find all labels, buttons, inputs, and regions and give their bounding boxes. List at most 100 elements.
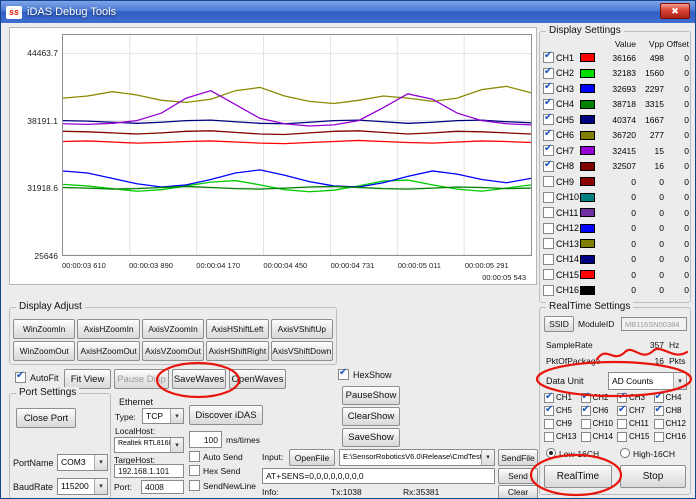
dropdown-arrow-icon[interactable]: ▾ xyxy=(673,373,686,389)
portname-combo[interactable]: COM3 ▾ xyxy=(57,454,108,471)
moduleid-field[interactable] xyxy=(621,317,687,331)
channel-color-swatch[interactable] xyxy=(580,286,595,295)
rt-channel-checkbox[interactable] xyxy=(617,432,627,442)
close-port-button[interactable]: Close Port xyxy=(16,408,76,428)
data-unit-combo[interactable]: AD Counts ▾ xyxy=(608,372,687,390)
ssid-button[interactable]: SSID xyxy=(544,316,574,332)
fit-view-button[interactable]: Fit View xyxy=(64,369,111,389)
send-button[interactable]: Send xyxy=(498,468,538,484)
auto-send-checkbox[interactable] xyxy=(189,451,200,462)
rt-channel-ch16[interactable]: CH16 xyxy=(654,431,691,442)
rt-channel-ch2[interactable]: CH2 xyxy=(581,392,618,403)
rt-channel-checkbox[interactable] xyxy=(581,393,591,403)
rt-channel-ch1[interactable]: CH1 xyxy=(544,392,581,403)
rt-channel-ch15[interactable]: CH15 xyxy=(617,431,654,442)
channel-checkbox-ch16[interactable] xyxy=(543,285,554,296)
channel-checkbox-ch4[interactable] xyxy=(543,99,554,110)
rt-channel-checkbox[interactable] xyxy=(654,419,664,429)
discover-idas-button[interactable]: Discover iDAS xyxy=(189,405,263,425)
command-field[interactable] xyxy=(262,468,495,484)
adjust-button-winzoomin[interactable]: WinZoomIn xyxy=(13,319,75,339)
baudrate-combo[interactable]: 115200 ▾ xyxy=(57,478,108,495)
pause-show-button[interactable]: PauseShow xyxy=(342,386,400,405)
channel-color-swatch[interactable] xyxy=(580,115,595,124)
channel-checkbox-ch9[interactable] xyxy=(543,176,554,187)
rt-channel-checkbox[interactable] xyxy=(654,432,664,442)
rt-channel-checkbox[interactable] xyxy=(654,406,664,416)
channel-checkbox-ch11[interactable] xyxy=(543,207,554,218)
rt-channel-ch14[interactable]: CH14 xyxy=(581,431,618,442)
adjust-button-winzoomout[interactable]: WinZoomOut xyxy=(13,341,75,361)
rt-channel-checkbox[interactable] xyxy=(544,406,554,416)
rt-channel-ch6[interactable]: CH6 xyxy=(581,405,618,416)
autofit-checkbox[interactable] xyxy=(15,372,26,383)
channel-color-swatch[interactable] xyxy=(580,193,595,202)
send-newline-checkbox[interactable] xyxy=(189,480,200,491)
channel-color-swatch[interactable] xyxy=(580,69,595,78)
channel-color-swatch[interactable] xyxy=(580,53,595,62)
rt-channel-checkbox[interactable] xyxy=(581,406,591,416)
channel-color-swatch[interactable] xyxy=(580,224,595,233)
rt-channel-ch4[interactable]: CH4 xyxy=(654,392,691,403)
close-button[interactable]: ✖ xyxy=(660,3,690,19)
low-16ch-radio[interactable] xyxy=(546,448,556,458)
adjust-button-axishzoomout[interactable]: AxisHZoomOut xyxy=(77,341,139,361)
channel-color-swatch[interactable] xyxy=(580,208,595,217)
dropdown-arrow-icon[interactable]: ▾ xyxy=(170,409,183,423)
interval-field[interactable] xyxy=(189,431,222,448)
rt-channel-ch7[interactable]: CH7 xyxy=(617,405,654,416)
rt-channel-checkbox[interactable] xyxy=(581,419,591,429)
channel-color-swatch[interactable] xyxy=(580,239,595,248)
rt-channel-ch13[interactable]: CH13 xyxy=(544,431,581,442)
adjust-button-axishshiftleft[interactable]: AxisHShiftLeft xyxy=(206,319,268,339)
channel-color-swatch[interactable] xyxy=(580,100,595,109)
open-file-button[interactable]: OpenFile xyxy=(289,449,335,466)
adjust-button-axishshiftright[interactable]: AxisHShiftRight xyxy=(206,341,268,361)
clear-button[interactable]: Clear xyxy=(498,485,538,499)
rt-channel-checkbox[interactable] xyxy=(654,393,664,403)
rt-channel-checkbox[interactable] xyxy=(581,432,591,442)
file-path-combo[interactable]: E:\SensorRoboticsV6.0\Release\CmdTest.tx… xyxy=(339,449,495,466)
dropdown-arrow-icon[interactable]: ▾ xyxy=(481,450,494,465)
channel-checkbox-ch5[interactable] xyxy=(543,114,554,125)
pause-disp-button[interactable]: Pause Disp xyxy=(114,369,169,389)
rt-channel-checkbox[interactable] xyxy=(617,419,627,429)
channel-checkbox-ch7[interactable] xyxy=(543,145,554,156)
channel-checkbox-ch15[interactable] xyxy=(543,269,554,280)
channel-color-swatch[interactable] xyxy=(580,270,595,279)
channel-color-swatch[interactable] xyxy=(580,162,595,171)
stop-button[interactable]: Stop xyxy=(620,465,686,488)
channel-color-swatch[interactable] xyxy=(580,84,595,93)
dropdown-arrow-icon[interactable]: ▾ xyxy=(170,438,183,452)
ethernet-port-field[interactable] xyxy=(141,480,184,494)
save-show-button[interactable]: SaveShow xyxy=(342,428,400,447)
channel-color-swatch[interactable] xyxy=(580,146,595,155)
channel-checkbox-ch2[interactable] xyxy=(543,68,554,79)
high-16ch-radio[interactable] xyxy=(620,448,630,458)
rt-channel-checkbox[interactable] xyxy=(544,419,554,429)
targethost-field[interactable] xyxy=(114,464,184,478)
realtime-button[interactable]: RealTime xyxy=(544,465,612,488)
rt-channel-ch5[interactable]: CH5 xyxy=(544,405,581,416)
channel-checkbox-ch12[interactable] xyxy=(543,223,554,234)
hex-send-checkbox[interactable] xyxy=(189,465,200,476)
dropdown-arrow-icon[interactable]: ▾ xyxy=(94,479,107,494)
rt-channel-ch9[interactable]: CH9 xyxy=(544,418,581,429)
rt-channel-checkbox[interactable] xyxy=(544,393,554,403)
localhost-combo[interactable]: Realtek RTL8168 ▾ xyxy=(114,437,184,453)
channel-checkbox-ch6[interactable] xyxy=(543,130,554,141)
channel-color-swatch[interactable] xyxy=(580,255,595,264)
save-waves-button[interactable]: SaveWaves xyxy=(172,369,226,389)
rt-channel-checkbox[interactable] xyxy=(617,393,627,403)
ethernet-type-combo[interactable]: TCP ▾ xyxy=(142,408,184,424)
channel-checkbox-ch10[interactable] xyxy=(543,192,554,203)
channel-checkbox-ch8[interactable] xyxy=(543,161,554,172)
rt-channel-ch11[interactable]: CH11 xyxy=(617,418,654,429)
channel-checkbox-ch3[interactable] xyxy=(543,83,554,94)
adjust-button-axisvzoomin[interactable]: AxisVZoomIn xyxy=(142,319,204,339)
waveform-chart[interactable]: 44463.738191.131918.625646 00:00:03 6100… xyxy=(9,27,537,285)
rt-channel-ch8[interactable]: CH8 xyxy=(654,405,691,416)
send-file-button[interactable]: SendFile xyxy=(498,449,538,466)
channel-color-swatch[interactable] xyxy=(580,177,595,186)
hexshow-checkbox[interactable] xyxy=(338,369,349,380)
